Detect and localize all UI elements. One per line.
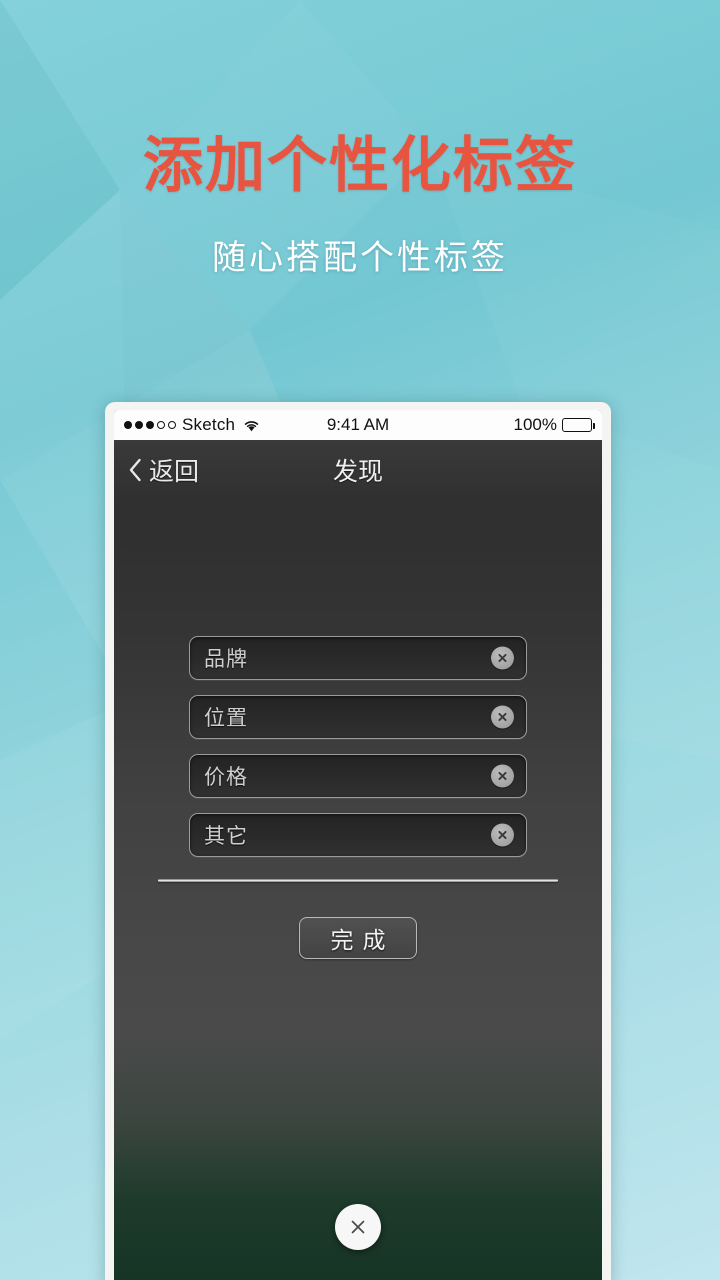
tag-form: 品牌 位置 价格 其它 完成 xyxy=(114,636,602,959)
status-bar-left: Sketch xyxy=(124,415,260,435)
screenshot-root: 添加个性化标签 随心搭配个性标签 Sketch 9:41 AM 100% 返回 … xyxy=(0,0,720,1280)
wifi-icon xyxy=(244,420,259,431)
field-other-label: 其它 xyxy=(204,824,248,848)
status-bar: Sketch 9:41 AM 100% xyxy=(114,410,602,440)
field-brand-label: 品牌 xyxy=(204,647,248,671)
clear-circle-icon[interactable] xyxy=(491,705,514,729)
field-location[interactable]: 位置 xyxy=(189,695,527,739)
clear-x-glyph xyxy=(498,653,507,663)
done-button[interactable]: 完成 xyxy=(299,917,417,959)
status-bar-right: 100% xyxy=(513,415,595,435)
battery-icon xyxy=(562,418,595,432)
section-divider xyxy=(158,879,558,882)
page-subtitle: 随心搭配个性标签 xyxy=(212,238,508,278)
field-price[interactable]: 价格 xyxy=(189,754,527,798)
signal-strength-icon xyxy=(124,421,176,429)
close-x-icon xyxy=(351,1220,365,1234)
carrier-label: Sketch xyxy=(182,415,236,434)
app-content: 返回 发现 品牌 位置 价格 其它 完成 xyxy=(114,440,602,1280)
clear-x-glyph xyxy=(498,712,507,722)
clear-x-glyph xyxy=(498,771,507,781)
back-button[interactable]: 返回 xyxy=(128,452,199,488)
field-brand[interactable]: 品牌 xyxy=(189,636,527,680)
chevron-left-icon xyxy=(129,458,141,482)
clear-circle-icon[interactable] xyxy=(491,764,514,788)
back-button-label: 返回 xyxy=(149,457,200,486)
field-price-label: 价格 xyxy=(204,765,248,789)
field-location-label: 位置 xyxy=(204,706,248,730)
close-button[interactable] xyxy=(335,1204,381,1250)
phone-screen: Sketch 9:41 AM 100% 返回 发现 品牌 位置 价格 其它 完成 xyxy=(114,410,602,1280)
page-title: 添加个性化标签 xyxy=(143,131,577,201)
field-other[interactable]: 其它 xyxy=(189,813,527,857)
done-button-label: 完成 xyxy=(330,928,395,954)
nav-bar: 返回 发现 xyxy=(114,440,602,500)
battery-percent-label: 100% xyxy=(513,415,557,434)
phone-mockup: Sketch 9:41 AM 100% 返回 发现 品牌 位置 价格 其它 完成 xyxy=(105,402,611,1280)
done-button-wrap: 完成 xyxy=(114,917,602,959)
clear-x-glyph xyxy=(498,830,507,840)
clear-circle-icon[interactable] xyxy=(491,823,514,847)
clear-circle-icon[interactable] xyxy=(491,646,514,670)
